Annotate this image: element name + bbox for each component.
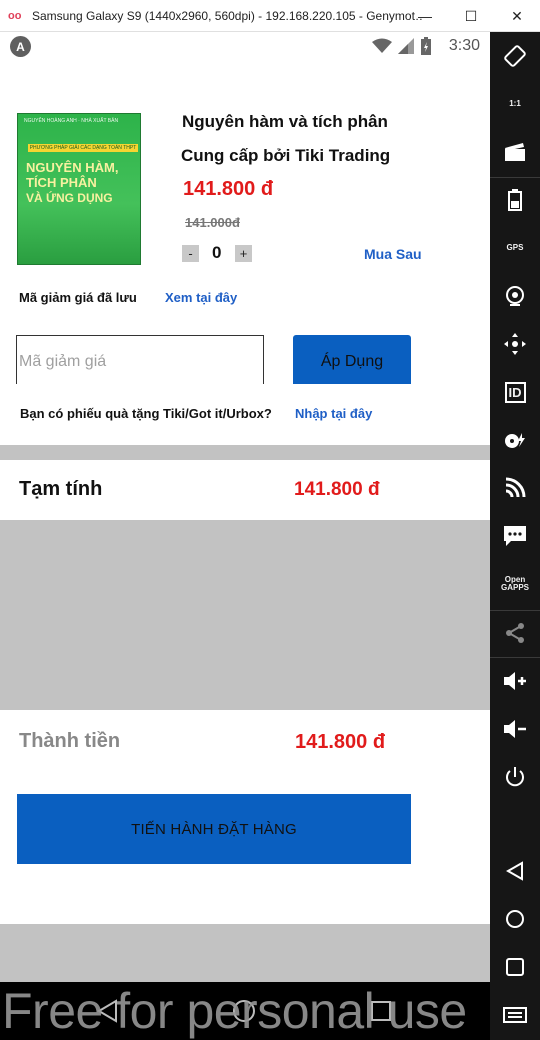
window-title: Samsung Galaxy S9 (1440x2960, 560dpi) - … [32,8,422,23]
buy-later-link[interactable]: Mua Sau [364,246,422,262]
recents-icon[interactable] [490,947,540,987]
dpad-icon[interactable] [490,324,540,364]
android-nav-bar [0,982,490,1040]
apply-coupon-button[interactable]: Áp Dụng [293,335,411,388]
total-value: 141.800 đ [295,731,386,753]
gps-label: GPS [506,243,524,252]
rotate-icon[interactable] [490,36,540,76]
volume-down-icon[interactable] [490,709,540,749]
sms-icon[interactable] [490,516,540,556]
subtotal-label: Tạm tính [19,478,103,500]
coupon-code-input[interactable] [16,335,264,388]
gps-icon[interactable]: GPS [490,228,540,268]
checkout-button[interactable]: TIẾN HÀNH ĐẶT HÀNG [17,794,411,864]
quantity-increase-button[interactable]: + [235,245,252,262]
saved-coupon-label: Mã giảm giá đã lưu [19,290,137,305]
media-icon[interactable] [490,420,540,460]
product-seller: Cung cấp bởi Tiki Trading [181,146,391,165]
cover-title-2: TÍCH PHÂN [26,175,97,190]
gift-card-prompt: Bạn có phiếu quà tặng Tiki/Got it/Urbox? [20,406,272,421]
status-bar: A 3:30 [0,32,490,62]
emulator-window: oo Samsung Galaxy S9 (1440x2960, 560dpi)… [0,0,540,1040]
screencast-icon[interactable] [490,132,540,172]
status-icons [372,37,432,55]
genymotion-icon: oo [8,9,22,22]
product-old-price: 141.000đ [185,215,240,230]
window-titlebar: oo Samsung Galaxy S9 (1440x2960, 560dpi)… [0,0,540,32]
device-id-label: ID [504,381,526,403]
subtotal-value: 141.800 đ [294,479,380,500]
maximize-button[interactable]: ☐ [448,0,494,32]
power-icon[interactable] [490,757,540,797]
pixel-ratio-label: 1:1 [509,99,521,108]
back-icon[interactable] [490,851,540,891]
device-screen: A 3:30 NGUYỄN HOÀNG ANH · NHÀ XUẤT BẢN P… [0,32,490,1040]
opengapps-label: Open GAPPS [501,576,529,592]
battery-icon [421,37,431,55]
cover-title-1: NGUYÊN HÀM, [26,160,119,175]
quantity-decrease-button[interactable]: - [182,245,199,262]
emulator-toolbar: 1:1 GPS ID Open GAPPS [490,32,540,1040]
nav-recents-icon[interactable] [366,996,396,1026]
toolbar-separator [490,657,540,658]
gift-card-section: Bạn có phiếu quà tặng Tiki/Got it/Urbox?… [0,384,490,445]
cover-title-3: VÀ ỨNG DỤNG [26,191,113,205]
toolbar-separator [490,177,540,178]
camera-icon[interactable] [490,276,540,316]
status-time: 3:30 [448,37,480,54]
product-price: 141.800 đ [183,178,274,200]
signal-icon [398,38,414,54]
home-icon[interactable] [490,899,540,939]
battery-widget-icon[interactable] [490,180,540,220]
toolbar-separator [490,610,540,611]
subtotal-section: Tạm tính 141.800 đ [0,460,490,520]
opengapps-icon[interactable]: Open GAPPS [490,564,540,604]
cover-author: NGUYỄN HOÀNG ANH · NHÀ XUẤT BẢN [24,118,119,124]
pixel-ratio-icon[interactable]: 1:1 [490,84,540,124]
wifi-icon [372,38,392,53]
total-label: Thành tiền [19,730,121,752]
cart-item-card: NGUYỄN HOÀNG ANH · NHÀ XUẤT BẢN PHƯƠNG P… [0,62,490,398]
share-icon[interactable] [490,613,540,653]
opengapps-label-2: GAPPS [500,583,529,592]
device-id-icon[interactable]: ID [490,372,540,412]
app-badge-icon: A [10,36,31,57]
total-section: Thành tiền 141.800 đ TIẾN HÀNH ĐẶT HÀNG [0,710,490,924]
minimize-button[interactable]: — [402,0,448,32]
nav-back-icon[interactable] [92,996,122,1026]
view-saved-coupons-link[interactable]: Xem tại đây [165,290,237,305]
quantity-value: 0 [212,243,222,262]
volume-up-icon[interactable] [490,661,540,701]
product-image[interactable]: NGUYỄN HOÀNG ANH · NHÀ XUẤT BẢN PHƯƠNG P… [17,113,141,265]
product-title[interactable]: Nguyên hàm và tích phân [182,112,388,132]
menu-icon[interactable] [490,995,540,1035]
cast-icon[interactable] [490,468,540,508]
cover-strip: PHƯƠNG PHÁP GIẢI CÁC DẠNG TOÁN THPT [28,144,138,152]
gift-card-enter-link[interactable]: Nhập tại đây [295,406,372,421]
close-button[interactable]: ✕ [494,0,540,32]
nav-home-icon[interactable] [229,996,259,1026]
